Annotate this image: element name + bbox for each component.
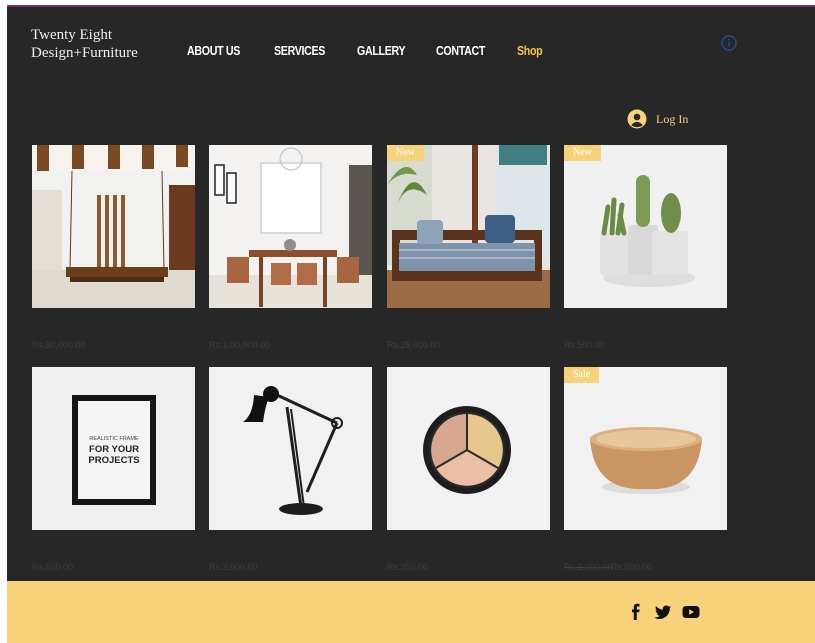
login-label: Log In bbox=[656, 111, 689, 126]
nav-contact[interactable]: CONTACT bbox=[436, 43, 485, 58]
youtube-icon[interactable] bbox=[682, 603, 700, 621]
product-image: REALISTIC FRAME FOR YOUR PROJECTS bbox=[32, 367, 195, 530]
product-price: Rs.500.00 bbox=[611, 562, 653, 572]
logo-line-1: Twenty Eight bbox=[31, 27, 113, 43]
nav-services[interactable]: SERVICES bbox=[274, 43, 325, 58]
product-card-wooden-swing-sofa[interactable]: New bbox=[387, 145, 550, 308]
svg-text:PROJECTS: PROJECTS bbox=[88, 455, 139, 466]
login-button[interactable]: Log In bbox=[627, 109, 688, 129]
product-badge: New bbox=[564, 145, 601, 161]
product-image bbox=[209, 145, 372, 308]
nav-shop[interactable]: Shop bbox=[517, 43, 543, 58]
product-price: Rs.50,000.00 bbox=[32, 340, 86, 350]
product-image bbox=[387, 367, 550, 530]
main-section: Twenty Eight Design+Furniture ABOUT US S… bbox=[7, 7, 815, 581]
product-price: Rs.500.00 bbox=[32, 562, 74, 572]
product-price: Rs.2,000.00 bbox=[209, 562, 258, 572]
page: Twenty Eight Design+Furniture ABOUT US S… bbox=[0, 0, 815, 643]
product-card-picture-frame[interactable]: REALISTIC FRAME FOR YOUR PROJECTS bbox=[32, 367, 195, 530]
footer bbox=[7, 581, 815, 643]
svg-text:FOR YOUR: FOR YOUR bbox=[89, 444, 139, 455]
product-image bbox=[209, 367, 372, 530]
product-image bbox=[564, 145, 727, 308]
product-card-desk-lamp[interactable] bbox=[209, 367, 372, 530]
nav-gallery[interactable]: GALLERY bbox=[357, 43, 406, 58]
product-card-round-palette[interactable] bbox=[387, 367, 550, 530]
product-card-cactus-pots[interactable]: New bbox=[564, 145, 727, 308]
logo-line-2: Design+Furniture bbox=[31, 45, 138, 61]
product-old-price: Rs.1,000.00 bbox=[564, 562, 613, 572]
product-image bbox=[32, 145, 195, 308]
product-image bbox=[387, 145, 550, 308]
nav-about-us[interactable]: ABOUT US bbox=[187, 43, 240, 58]
twitter-icon[interactable] bbox=[654, 603, 672, 621]
product-card-dining-set[interactable] bbox=[209, 145, 372, 308]
product-card-swing-interior[interactable] bbox=[32, 145, 195, 308]
site-logo[interactable]: Twenty Eight Design+Furniture bbox=[31, 26, 138, 62]
product-badge: Sale bbox=[564, 367, 600, 383]
svg-text:REALISTIC FRAME: REALISTIC FRAME bbox=[89, 436, 139, 442]
product-card-wooden-bowl[interactable]: Sale bbox=[564, 367, 727, 530]
product-price: Rs.1,00,000.00 bbox=[209, 340, 271, 350]
product-badge: New bbox=[387, 145, 424, 161]
product-price: Rs.950.00 bbox=[387, 562, 429, 572]
user-avatar-icon bbox=[627, 109, 647, 129]
product-image bbox=[564, 367, 727, 530]
product-price: Rs.25,000.00 bbox=[387, 340, 441, 350]
facebook-icon[interactable] bbox=[627, 603, 645, 621]
info-icon[interactable] bbox=[721, 35, 737, 51]
product-price: Rs.500.00 bbox=[564, 340, 606, 350]
